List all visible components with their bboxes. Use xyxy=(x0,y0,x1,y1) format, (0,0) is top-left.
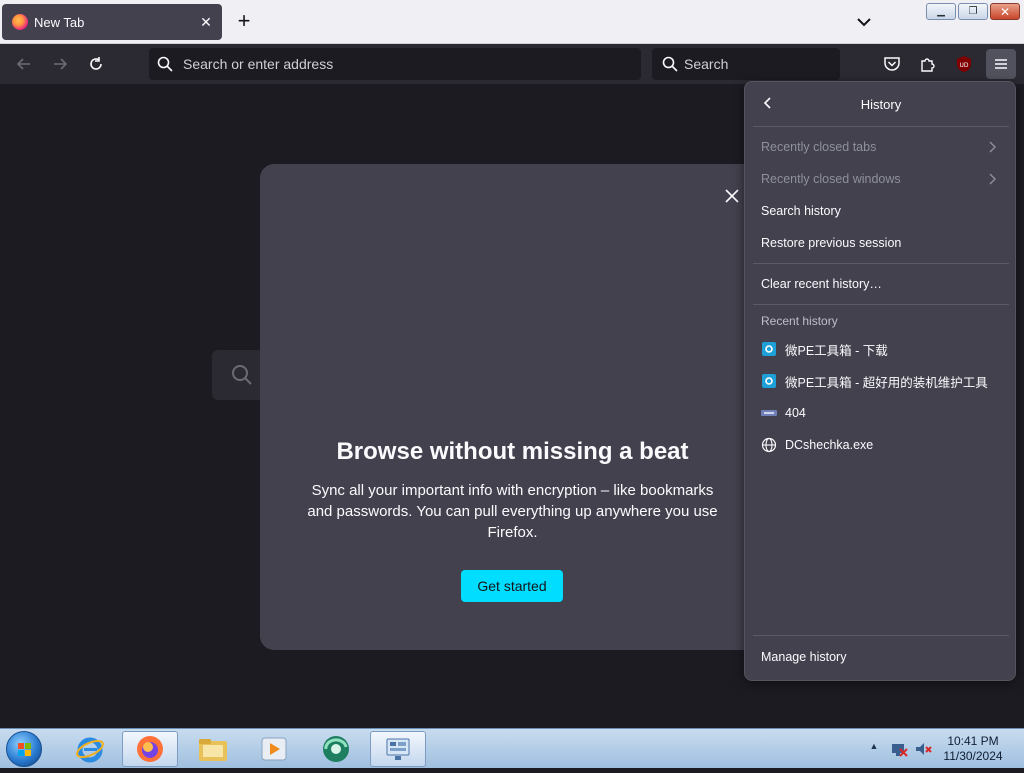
window-restore-button[interactable]: ❐ xyxy=(958,3,988,20)
firefox-icon xyxy=(137,736,163,762)
menu-item-label: Recently closed tabs xyxy=(761,140,877,154)
recently-closed-tabs-item[interactable]: Recently closed tabs xyxy=(753,132,1009,162)
internet-explorer-icon xyxy=(76,737,104,763)
show-hidden-icons-button[interactable]: ▲ xyxy=(868,741,880,753)
taskbar-file-explorer[interactable] xyxy=(185,731,241,767)
puzzle-piece-icon xyxy=(921,58,935,72)
folder-icon xyxy=(199,739,227,761)
restore-icon: ❐ xyxy=(968,6,978,17)
ublock-button[interactable]: UD xyxy=(952,52,976,76)
minimize-icon: ▁ xyxy=(937,6,945,17)
history-entry-label: 404 xyxy=(785,406,806,420)
start-button[interactable] xyxy=(6,731,42,767)
clear-recent-history-item[interactable]: Clear recent history… xyxy=(753,269,1009,299)
address-bar[interactable] xyxy=(149,48,641,80)
clock-time: 10:41 PM xyxy=(947,734,999,748)
app-globe-icon xyxy=(323,736,349,762)
firefox-icon xyxy=(12,14,28,30)
divider xyxy=(753,304,1009,305)
search-history-item[interactable]: Search history xyxy=(753,196,1009,226)
search-icon xyxy=(157,56,173,72)
windows-taskbar: ▲ 10:41 PM 11/30/2024 xyxy=(0,728,1024,768)
taskbar-control-panel[interactable] xyxy=(370,731,426,767)
reload-icon xyxy=(90,57,102,70)
chevron-right-icon xyxy=(989,173,996,185)
taskbar-app[interactable] xyxy=(308,731,364,767)
tab-new-tab[interactable]: New Tab ✕ xyxy=(2,4,222,40)
globe-icon xyxy=(761,437,777,453)
taskbar-firefox[interactable] xyxy=(122,731,178,767)
clock-date: 11/30/2024 xyxy=(943,749,1003,763)
dialog-body: Sync all your important info with encryp… xyxy=(307,482,718,541)
search-icon xyxy=(662,56,678,72)
site-icon xyxy=(761,405,777,421)
search-bar[interactable] xyxy=(652,48,840,80)
history-entry[interactable]: 微PE工具箱 - 超好用的装机维护工具 xyxy=(753,366,1009,396)
recent-history-heading: Recent history xyxy=(761,314,838,328)
taskbar-media-player[interactable] xyxy=(246,731,302,767)
new-tab-button[interactable]: + xyxy=(232,10,256,34)
history-entry-label: DCshechka.exe xyxy=(785,438,874,452)
dialog-heading: Browse without missing a beat xyxy=(336,438,689,465)
manage-history-item[interactable]: Manage history xyxy=(753,642,1009,672)
panel-header: History xyxy=(745,82,1017,126)
close-icon: ✕ xyxy=(999,4,1011,19)
app-menu-button[interactable] xyxy=(986,49,1016,79)
history-entry[interactable]: 微PE工具箱 - 下载 xyxy=(753,334,1009,364)
menu-item-label: Search history xyxy=(761,204,841,218)
extensions-button[interactable] xyxy=(916,52,940,76)
menu-item-label: Restore previous session xyxy=(761,236,902,250)
window-minimize-button[interactable]: ▁ xyxy=(926,3,956,20)
restore-session-item[interactable]: Restore previous session xyxy=(753,228,1009,258)
chevron-right-icon xyxy=(989,141,996,153)
address-input[interactable] xyxy=(183,56,603,72)
wepe-icon xyxy=(761,341,777,357)
system-clock[interactable]: 10:41 PM 11/30/2024 xyxy=(940,734,1006,764)
tab-strip: New Tab ✕ + ▁ ❐ ✕ xyxy=(0,0,1024,44)
ublock-badge: UD xyxy=(959,62,968,69)
divider xyxy=(753,263,1009,264)
navigation-toolbar: UD xyxy=(0,44,1024,84)
get-started-button[interactable]: Get started xyxy=(461,570,563,602)
history-entry[interactable]: 404 xyxy=(753,398,1009,428)
wepe-icon xyxy=(761,373,777,389)
volume-muted-icon[interactable] xyxy=(914,740,932,758)
tab-close-button[interactable]: ✕ xyxy=(196,12,216,32)
control-panel-icon xyxy=(386,738,410,760)
dialog-close-button[interactable] xyxy=(722,186,742,206)
recently-closed-windows-item[interactable]: Recently closed windows xyxy=(753,164,1009,194)
menu-item-label: Manage history xyxy=(761,650,847,664)
divider xyxy=(753,635,1009,636)
arrow-left-icon xyxy=(16,58,30,70)
window-close-button[interactable]: ✕ xyxy=(990,3,1020,20)
hamburger-menu-icon xyxy=(995,59,1007,69)
ublock-origin-icon: UD xyxy=(957,56,971,72)
search-input[interactable] xyxy=(684,56,824,72)
divider xyxy=(753,126,1009,127)
back-button[interactable] xyxy=(12,52,36,76)
forward-button[interactable] xyxy=(48,52,72,76)
taskbar-internet-explorer[interactable] xyxy=(62,731,118,767)
history-entry[interactable]: DCshechka.exe xyxy=(753,430,1009,460)
network-icon[interactable] xyxy=(890,740,908,758)
history-entry-label: 微PE工具箱 - 下载 xyxy=(785,343,888,358)
tab-title: New Tab xyxy=(34,14,85,30)
windows-logo-icon xyxy=(18,743,31,756)
search-icon xyxy=(232,365,252,385)
pocket-button[interactable] xyxy=(880,52,904,76)
arrow-right-icon xyxy=(54,58,68,70)
close-icon xyxy=(725,189,739,203)
pocket-icon xyxy=(884,57,900,71)
chevron-down-icon xyxy=(857,18,871,27)
history-panel: History Recently closed tabs Recently cl… xyxy=(744,81,1016,681)
sync-promo-dialog: Browse without missing a beat Sync all y… xyxy=(260,164,760,650)
menu-item-label: Clear recent history… xyxy=(761,277,882,291)
list-all-tabs-button[interactable] xyxy=(852,10,876,34)
menu-item-label: Recently closed windows xyxy=(761,172,901,186)
history-entry-label: 微PE工具箱 - 超好用的装机维护工具 xyxy=(785,375,988,390)
panel-title: History xyxy=(860,97,902,112)
media-player-icon xyxy=(261,737,287,761)
reload-button[interactable] xyxy=(84,52,108,76)
